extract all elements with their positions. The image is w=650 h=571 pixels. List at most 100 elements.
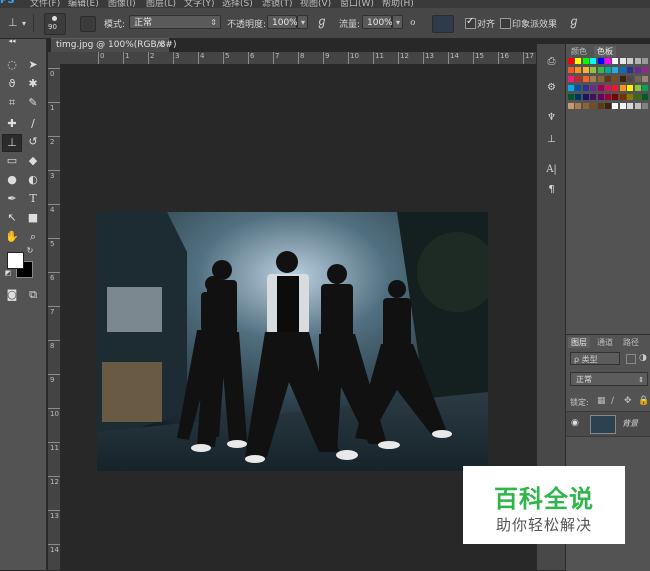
path-selection-tool-icon[interactable]: ↖ <box>3 210 21 226</box>
color-swatch[interactable] <box>575 58 582 64</box>
color-swatch[interactable] <box>575 94 582 100</box>
crop-tool-icon[interactable]: ⌗ <box>3 95 21 111</box>
color-swatch[interactable] <box>612 85 619 91</box>
color-swatch[interactable] <box>582 67 589 73</box>
airbrush-icon[interactable]: ℴ <box>410 15 416 27</box>
lock-pixels-icon[interactable]: ▦ <box>597 396 606 406</box>
impressionist-checkbox[interactable] <box>500 18 511 29</box>
clone-source-panel-icon[interactable]: ⊥ <box>543 132 560 147</box>
clone-stamp-tool-icon[interactable]: ⊥ <box>2 134 22 152</box>
color-swatch[interactable] <box>605 85 611 91</box>
menu-type[interactable]: 文字(Y) <box>184 0 215 8</box>
dodge-tool-icon[interactable]: ◐ <box>24 172 42 188</box>
color-swatch[interactable] <box>568 58 574 64</box>
pressure-size-icon[interactable]: ℊ <box>568 15 580 27</box>
color-swatch[interactable] <box>568 85 574 91</box>
eye-visibility-icon[interactable]: ◉ <box>571 418 579 428</box>
color-swatch[interactable] <box>619 76 626 82</box>
color-swatch[interactable] <box>612 67 619 73</box>
color-swatch[interactable] <box>605 103 611 109</box>
foreground-color-swatch[interactable] <box>7 252 24 269</box>
color-swatch[interactable] <box>597 94 604 100</box>
quick-mask-icon[interactable]: ◙ <box>3 287 21 303</box>
move-tool-icon[interactable]: ➤ <box>24 57 42 73</box>
tab-color[interactable]: 颜色 <box>568 46 590 57</box>
menu-image[interactable]: 图像(I) <box>108 0 136 8</box>
color-swatch[interactable] <box>590 103 597 109</box>
properties-panel-icon[interactable]: ⚙ <box>543 80 560 95</box>
mode-select[interactable]: 正常 ⇕ <box>129 15 221 29</box>
close-icon[interactable]: × <box>157 40 165 50</box>
color-swatch[interactable] <box>605 94 611 100</box>
color-swatch[interactable] <box>568 67 574 73</box>
layer-row-background[interactable]: ◉ 背景 <box>566 411 650 437</box>
character-panel-icon[interactable]: A| <box>543 162 560 177</box>
color-swatch[interactable] <box>590 67 597 73</box>
color-swatch[interactable] <box>568 103 574 109</box>
zoom-tool-icon[interactable]: ⌕ <box>24 229 42 245</box>
hand-tool-icon[interactable]: ✋ <box>3 229 21 245</box>
color-swatch[interactable] <box>597 103 604 109</box>
color-swatch[interactable] <box>619 58 626 64</box>
color-swatch[interactable] <box>590 94 597 100</box>
default-colors-icon[interactable]: ◩ <box>3 268 13 278</box>
brush-panel-toggle-icon[interactable] <box>80 16 96 32</box>
brush-panel-icon[interactable]: ♆ <box>543 110 560 125</box>
color-swatch[interactable] <box>634 58 641 64</box>
flow-input[interactable]: 100% <box>362 15 393 29</box>
color-swatch[interactable] <box>642 103 648 109</box>
sample-layers-icon[interactable] <box>432 15 454 33</box>
toolbox-collapse-icon[interactable]: ◂◂ <box>3 38 21 45</box>
color-swatch[interactable] <box>642 76 648 82</box>
color-swatch[interactable] <box>634 94 641 100</box>
color-swatch[interactable] <box>582 85 589 91</box>
menu-view[interactable]: 视图(V) <box>300 0 331 8</box>
color-swatch[interactable] <box>619 103 626 109</box>
color-swatch[interactable] <box>627 103 634 109</box>
menu-edit[interactable]: 编辑(E) <box>68 0 99 8</box>
menu-file[interactable]: 文件(F) <box>30 0 60 8</box>
color-swatch[interactable] <box>642 67 648 73</box>
color-swatch[interactable] <box>575 103 582 109</box>
color-swatch[interactable] <box>612 76 619 82</box>
tab-paths[interactable]: 路径 <box>620 337 642 348</box>
color-swatch[interactable] <box>568 76 574 82</box>
color-swatch[interactable] <box>627 67 634 73</box>
color-swatch[interactable] <box>605 67 611 73</box>
color-swatch[interactable] <box>605 58 611 64</box>
tab-channels[interactable]: 通道 <box>594 337 616 348</box>
filter-pixel-icon[interactable] <box>626 354 636 364</box>
lock-all-icon[interactable]: 🔒 <box>638 396 649 406</box>
pressure-opacity-icon[interactable]: ℊ <box>316 15 328 27</box>
menu-layer[interactable]: 图层(L) <box>146 0 176 8</box>
brush-tool-icon[interactable]: ∕ <box>24 116 42 132</box>
paragraph-panel-icon[interactable]: ¶ <box>543 182 560 197</box>
color-swatch[interactable] <box>597 76 604 82</box>
tab-swatches[interactable]: 色板 <box>594 46 616 57</box>
document-tab[interactable]: timg.jpg @ 100%(RGB/8#) × <box>51 38 176 53</box>
color-swatch[interactable] <box>582 103 589 109</box>
history-panel-icon[interactable]: ⎙ <box>543 54 560 69</box>
color-swatch[interactable] <box>619 94 626 100</box>
color-swatch[interactable] <box>634 85 641 91</box>
healing-brush-tool-icon[interactable]: ✚ <box>3 116 21 132</box>
opacity-input[interactable]: 100% <box>267 15 298 29</box>
aligned-checkbox[interactable]: ✓ <box>465 16 476 29</box>
menu-select[interactable]: 选择(S) <box>222 0 253 8</box>
color-swatch[interactable] <box>582 94 589 100</box>
color-swatch[interactable] <box>597 85 604 91</box>
blur-tool-icon[interactable]: ● <box>3 172 21 188</box>
blend-mode-select[interactable]: 正常 ⇕ <box>570 372 648 386</box>
color-swatch[interactable] <box>619 85 626 91</box>
swatches-grid[interactable] <box>568 58 650 120</box>
color-swatch[interactable] <box>605 76 611 82</box>
color-swatch[interactable] <box>597 67 604 73</box>
vertical-ruler[interactable]: 0 1 2 3 4 5 6 7 8 9 10 11 12 13 14 <box>48 64 61 570</box>
screen-mode-icon[interactable]: ⧉ <box>24 287 42 303</box>
type-tool-icon[interactable]: T <box>24 191 42 207</box>
color-swatch[interactable] <box>634 103 641 109</box>
color-swatch[interactable] <box>634 67 641 73</box>
color-swatch[interactable] <box>590 58 597 64</box>
rectangle-tool-icon[interactable]: ■ <box>24 210 42 226</box>
eyedropper-tool-icon[interactable]: ✎ <box>24 95 42 111</box>
